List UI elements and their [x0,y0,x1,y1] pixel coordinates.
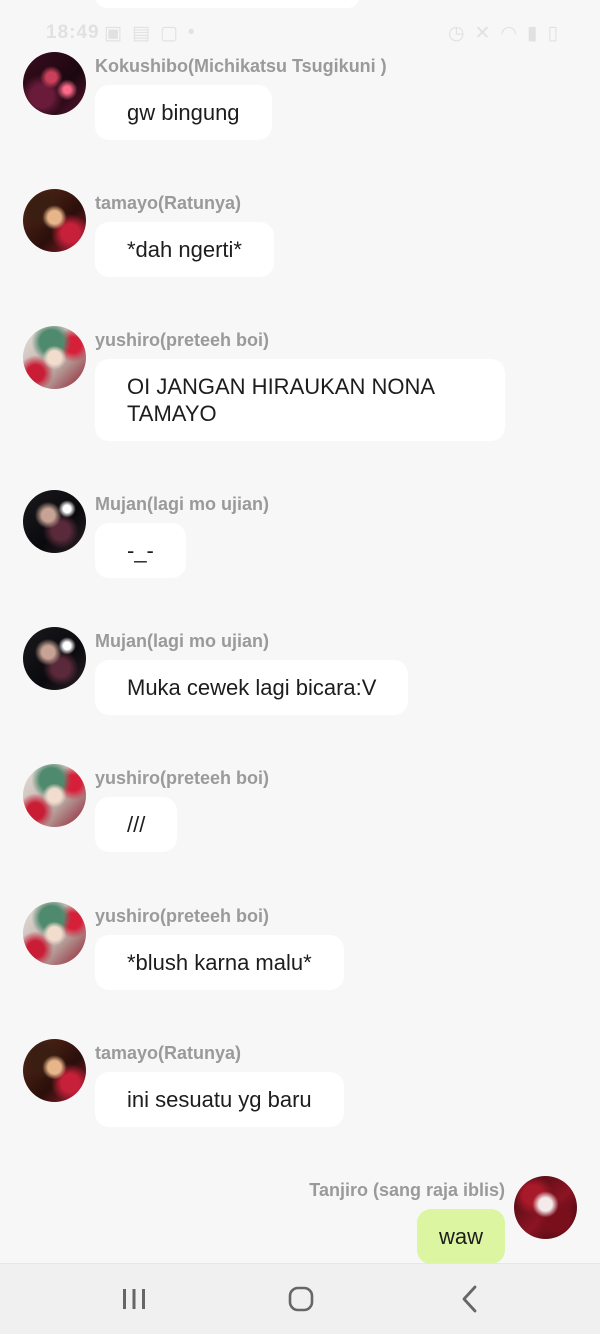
recents-button[interactable] [112,1282,156,1316]
image-icon: ▤ [131,23,150,44]
recents-icon [123,1289,145,1309]
wifi-icon: ◠ [500,23,518,44]
status-bar: 18:49 ▣ ▤ ▢ • ◷ ✕ ◠ ▮ ▯ [0,18,600,52]
status-notification-icons: ▣ ▤ ▢ • [104,22,195,45]
home-icon [288,1286,314,1312]
message-bubble[interactable]: gw bingung [95,85,272,140]
signal-icon: ▮ [527,23,538,44]
navigation-bar [0,1263,600,1334]
previous-message-bubble [95,0,360,8]
tamayo-avatar[interactable] [23,189,86,252]
yushiro-avatar[interactable] [23,326,86,389]
message-bubble[interactable]: /// [95,797,178,852]
mute-icon: ✕ [474,23,491,44]
battery-icon: ▯ [547,23,558,44]
sender-name: yushiro(preteeh boi) [95,330,270,350]
sender-name: Kokushibo(Michikatsu Tsugikuni ) [95,56,387,76]
mujan-avatar[interactable] [23,490,86,553]
yushiro-avatar[interactable] [23,902,86,965]
message-bubble[interactable]: OI JANGAN HIRAUKAN NONA TAMAYO [95,359,505,441]
alarm-icon: ◷ [447,23,465,44]
back-icon [462,1285,477,1313]
kokushibo-avatar[interactable] [23,52,86,115]
message-bubble[interactable]: Muka cewek lagi bicara:V [95,660,409,715]
gallery-icon: ▣ [104,23,122,44]
message-bubble[interactable]: ini sesuatu yg baru [95,1072,344,1127]
yushiro-avatar[interactable] [23,764,86,827]
sender-name: Tanjiro (sang raja iblis) [309,1180,505,1200]
back-button[interactable] [448,1282,492,1316]
mujan-avatar[interactable] [23,627,86,690]
tamayo-avatar[interactable] [23,1039,86,1102]
sender-name: Mujan(lagi mo ujian) [95,494,269,514]
sender-name: tamayo(Ratunya) [95,193,242,213]
chat-screen: 18:49 ▣ ▤ ▢ • ◷ ✕ ◠ ▮ ▯ Kokushibo(Michik… [0,0,600,1334]
message-bubble[interactable]: *dah ngerti* [95,222,274,277]
tanjiro-avatar[interactable] [514,1176,577,1239]
message-icon: ▢ [159,23,178,44]
message-bubble[interactable]: *blush karna malu* [95,935,344,990]
sender-name: tamayo(Ratunya) [95,1043,242,1063]
status-system-icons: ◷ ✕ ◠ ▮ ▯ [448,22,558,45]
own-message-bubble[interactable]: waw [416,1209,505,1264]
home-button[interactable] [279,1282,323,1316]
status-time: 18:49 [46,22,100,43]
sender-name: yushiro(preteeh boi) [95,906,270,926]
dot-icon: • [187,22,195,43]
sender-name: yushiro(preteeh boi) [95,768,270,788]
sender-name: Mujan(lagi mo ujian) [95,631,269,651]
message-bubble[interactable]: -_- [95,523,186,578]
